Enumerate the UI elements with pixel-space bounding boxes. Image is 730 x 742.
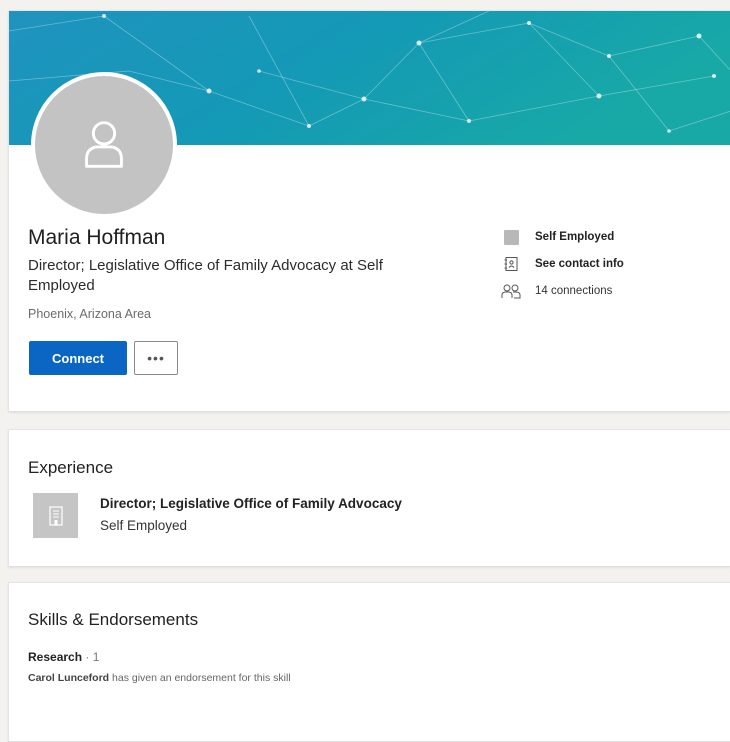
profile-card: Maria Hoffman Director; Legislative Offi… xyxy=(8,10,730,412)
avatar[interactable] xyxy=(31,72,177,218)
company-logo[interactable] xyxy=(33,493,78,538)
experience-section: Experience Director; Legislative Office … xyxy=(8,429,730,567)
current-company-link[interactable]: Self Employed xyxy=(501,228,624,246)
contact-info-link[interactable]: See contact info xyxy=(501,255,624,273)
building-icon xyxy=(48,505,63,526)
experience-heading: Experience xyxy=(28,458,114,477)
profile-name: Maria Hoffman xyxy=(28,226,166,249)
experience-company: Self Employed xyxy=(100,518,188,533)
company-icon xyxy=(501,229,521,245)
endorsement-count: · 1 xyxy=(82,650,100,664)
profile-headline: Director; Legislative Office of Family A… xyxy=(28,257,383,294)
profile-location: Phoenix, Arizona Area xyxy=(28,307,151,321)
experience-position[interactable]: Director; Legislative Office of Family A… xyxy=(100,496,402,511)
contact-info-label: See contact info xyxy=(535,258,624,270)
people-icon xyxy=(501,283,521,299)
skill-name: Research xyxy=(28,650,83,664)
more-actions-button[interactable]: ••• xyxy=(134,341,178,375)
connections-link[interactable]: 14 connections xyxy=(501,282,624,300)
connect-button[interactable]: Connect xyxy=(29,341,127,375)
endorsement-note: Carol Lunceford has given an endorsement… xyxy=(28,672,291,684)
connections-label: 14 connections xyxy=(535,285,613,297)
skill-item[interactable]: Research · 1 xyxy=(28,650,99,664)
ellipsis-icon: ••• xyxy=(147,350,165,366)
skills-heading: Skills & Endorsements xyxy=(28,610,199,629)
endorser-name[interactable]: Carol Lunceford xyxy=(28,672,109,684)
user-placeholder-icon xyxy=(85,121,123,168)
profile-side-info: Self Employed See contact info 14 connec… xyxy=(501,228,624,309)
current-company-label: Self Employed xyxy=(535,231,615,243)
contact-card-icon xyxy=(501,256,521,272)
skills-section: Skills & Endorsements Research · 1 Carol… xyxy=(8,582,730,742)
endorsement-text: has given an endorsement for this skill xyxy=(109,672,291,684)
